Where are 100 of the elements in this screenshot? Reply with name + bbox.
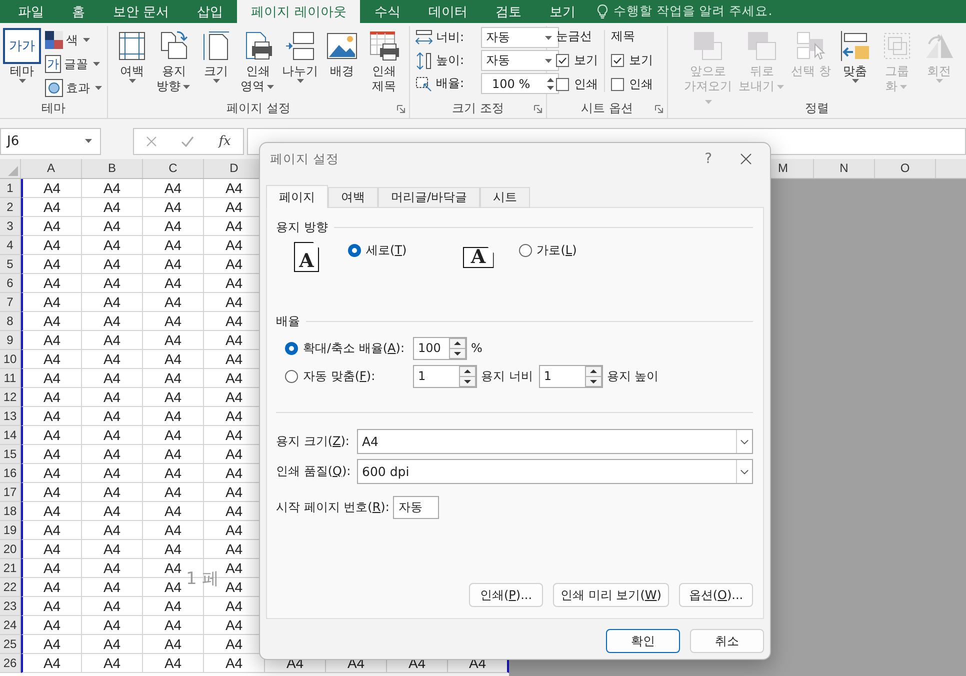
ribbon-tab[interactable]: 보안 문서 (99, 0, 184, 23)
ok-button[interactable]: 확인 (606, 629, 680, 653)
help-button[interactable]: ? (704, 151, 712, 167)
radio-label: 세로(T) (366, 242, 407, 259)
zoom-spinner[interactable]: 100 (413, 336, 467, 360)
page-setup-button[interactable]: 용지 방향 (153, 26, 195, 94)
theme-option-button[interactable]: 효과 (45, 78, 104, 98)
row-header[interactable]: 6 (0, 274, 21, 293)
ribbon-tab[interactable]: 보기 (535, 0, 590, 23)
theme-option-button[interactable]: 색 (45, 30, 104, 50)
pages-wide-spinner[interactable]: 1 (413, 364, 477, 388)
input-field[interactable]: 자동 (393, 496, 440, 518)
column-header[interactable]: O (875, 159, 936, 178)
ribbon-tab[interactable]: 수식 (360, 0, 414, 23)
paper-size-select[interactable]: A4 (357, 428, 753, 454)
row-header[interactable]: 19 (0, 521, 21, 540)
table-cell: A4 (143, 464, 204, 483)
dialog-tab[interactable]: 여백 (328, 187, 378, 208)
row-header[interactable]: 23 (0, 597, 21, 616)
ribbon-tab[interactable]: 삽입 (183, 0, 238, 23)
pages-tall-spinner[interactable]: 1 (538, 364, 603, 388)
spin-arrows-icon[interactable] (449, 338, 466, 358)
row-header[interactable]: 12 (0, 388, 21, 407)
tell-me-search[interactable]: 수행할 작업을 알려 주세요. (613, 3, 772, 20)
row-header[interactable]: 1 (0, 179, 21, 198)
table-cell: A4 (21, 597, 82, 616)
dialog-tab[interactable]: 시트 (480, 187, 530, 208)
row-header[interactable]: 2 (0, 198, 21, 217)
dialog-launcher-icon[interactable] (655, 105, 663, 113)
table-cell: A4 (143, 369, 204, 388)
page-setup-button[interactable]: 인쇄 제목 (363, 26, 405, 94)
print-quality-select[interactable]: 600 dpi (357, 458, 753, 484)
radio-button[interactable] (285, 370, 298, 382)
row-header[interactable]: 22 (0, 578, 21, 597)
ribbon-tab[interactable]: 홈 (58, 0, 99, 23)
row-header[interactable]: 17 (0, 483, 21, 502)
checkbox[interactable] (556, 54, 569, 66)
table-cell: A4 (21, 540, 82, 559)
arrange-button[interactable]: 맞춤 (834, 26, 876, 83)
table-cell: A4 (143, 635, 204, 654)
page-setup-button[interactable]: 인쇄 영역 (237, 26, 279, 94)
ribbon-tab[interactable]: 파일 (4, 0, 58, 23)
radio-button[interactable] (348, 244, 361, 257)
row-header[interactable]: 9 (0, 331, 21, 350)
checkbox[interactable] (611, 54, 624, 66)
cancel-button[interactable]: 취소 (690, 629, 764, 653)
row-header[interactable]: 20 (0, 540, 21, 559)
dialog-button[interactable]: 옵션(O)... (679, 583, 753, 607)
scale-spinner[interactable]: 100 % (481, 73, 559, 94)
row-header[interactable]: 5 (0, 255, 21, 274)
table-cell: A4 (21, 616, 82, 635)
spin-arrows-icon[interactable] (547, 76, 554, 90)
row-header[interactable]: 10 (0, 350, 21, 369)
page-setup-button[interactable]: 배경 (321, 26, 363, 79)
themes-button[interactable]: 가가 테마 (3, 26, 41, 83)
row-header[interactable]: 21 (0, 559, 21, 578)
checkbox[interactable] (611, 78, 624, 90)
page-setup-button[interactable]: 크기 (195, 26, 237, 83)
column-header[interactable]: N (814, 159, 875, 178)
row-header[interactable]: 7 (0, 293, 21, 312)
dialog-launcher-icon[interactable] (397, 105, 405, 113)
row-header[interactable]: 25 (0, 635, 21, 654)
checkbox[interactable] (556, 78, 569, 90)
dialog-button[interactable]: 인쇄(P)... (469, 583, 543, 607)
row-header[interactable]: 11 (0, 369, 21, 388)
row-header[interactable]: 4 (0, 236, 21, 255)
radio-button[interactable] (285, 342, 298, 354)
dialog-launcher-icon[interactable] (534, 105, 542, 113)
dialog-tab[interactable]: 머리글/바닥글 (378, 187, 480, 208)
dialog-tab[interactable]: 페이지 (266, 185, 328, 208)
column-header[interactable]: C (143, 159, 204, 178)
spin-arrows-icon[interactable] (459, 366, 476, 386)
table-cell: A4 (21, 407, 82, 426)
row-header[interactable]: 13 (0, 407, 21, 426)
row-header[interactable]: 14 (0, 426, 21, 445)
ribbon-tab[interactable]: 검토 (481, 0, 536, 23)
column-header[interactable]: B (82, 159, 143, 178)
column-header[interactable]: A (21, 159, 82, 178)
name-box[interactable]: J6 (0, 128, 101, 154)
row-header[interactable]: 3 (0, 217, 21, 236)
checkbox-label: 보기 (629, 52, 653, 68)
theme-option-button[interactable]: 가 글꼴 (45, 54, 104, 74)
height-dropdown[interactable]: 자동 (481, 50, 559, 71)
page-setup-button[interactable]: 여백 (111, 26, 153, 83)
row-header[interactable]: 24 (0, 616, 21, 635)
close-icon[interactable] (740, 153, 752, 165)
check-icon[interactable] (181, 136, 194, 146)
ribbon-tab[interactable]: 페이지 레이아웃 (237, 0, 360, 23)
insert-function-button[interactable]: fx (218, 134, 231, 148)
row-header[interactable]: 26 (0, 654, 21, 673)
row-header[interactable]: 18 (0, 502, 21, 521)
table-cell: A4 (82, 654, 143, 673)
dialog-button[interactable]: 인쇄 미리 보기(W) (553, 583, 669, 607)
spin-arrows-icon[interactable] (584, 366, 602, 386)
page-setup-button[interactable]: 나누기 (279, 26, 321, 83)
radio-button[interactable] (518, 244, 532, 257)
row-header[interactable]: 15 (0, 445, 21, 464)
row-header[interactable]: 16 (0, 464, 21, 483)
ribbon-tab[interactable]: 데이터 (414, 0, 482, 23)
row-header[interactable]: 8 (0, 312, 21, 331)
